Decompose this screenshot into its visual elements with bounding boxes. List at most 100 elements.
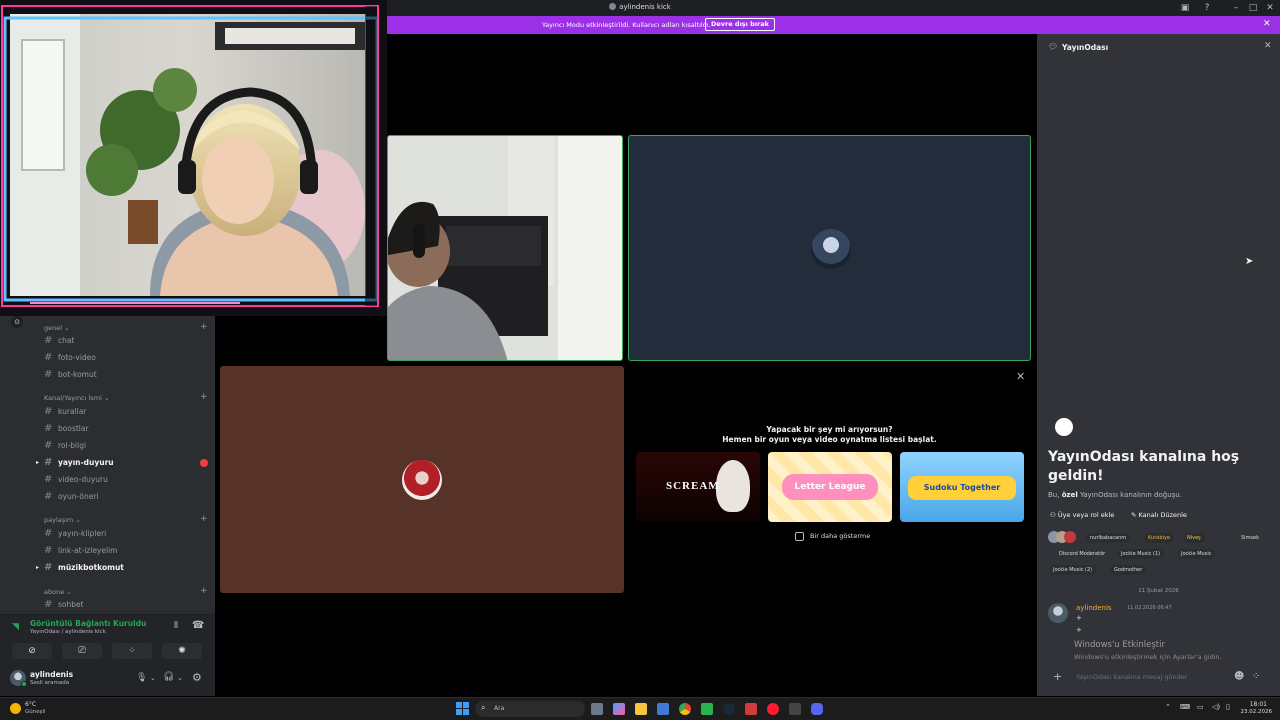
minimize-button[interactable]: – bbox=[1229, 2, 1243, 14]
member-tag[interactable]: Jockie Music (1) bbox=[1117, 549, 1165, 559]
sun-icon[interactable] bbox=[10, 703, 21, 714]
message-author[interactable]: aylindenis bbox=[1076, 604, 1112, 612]
unread-indicator: ▸ bbox=[36, 564, 40, 571]
channel-sohbet[interactable]: # sohbet bbox=[44, 597, 84, 613]
task-view-icon[interactable] bbox=[591, 703, 603, 715]
headphones-icon[interactable]: 🎧︎ bbox=[163, 672, 174, 682]
channel-rol-bilgi[interactable]: # rol-bilgi bbox=[44, 438, 86, 454]
signal-icon[interactable]: ◥ bbox=[12, 622, 19, 632]
noise-suppression-icon[interactable]: ⦀ bbox=[174, 621, 178, 631]
chevron-down-icon[interactable]: ⌄ bbox=[177, 674, 183, 682]
member-tag[interactable]: Jockie Music (2) bbox=[1049, 565, 1097, 575]
category-paylasim[interactable]: paylaşım ⌄ bbox=[44, 516, 81, 524]
channel-foto-video[interactable]: # foto-video bbox=[44, 350, 96, 366]
app-icon bbox=[609, 3, 617, 10]
chrome-icon[interactable] bbox=[679, 703, 691, 715]
voice-location[interactable]: YayınOdası / aylindenis kick bbox=[30, 629, 106, 635]
channel-kurallar[interactable]: # kurallar bbox=[44, 404, 86, 420]
activities-icon[interactable]: ⁘ bbox=[112, 643, 152, 659]
camera-off-icon[interactable]: ⊘ bbox=[12, 643, 52, 659]
taskbar-search[interactable]: ⌕ Ara bbox=[475, 701, 585, 717]
app-icon[interactable] bbox=[745, 703, 757, 715]
add-channel-icon[interactable]: + bbox=[200, 514, 208, 524]
member-tag[interactable]: Jockie Music bbox=[1177, 549, 1216, 559]
channel-muzikbotkomut[interactable]: # müzikbotkomut bbox=[44, 560, 124, 576]
add-channel-icon[interactable]: + bbox=[200, 322, 208, 332]
screen-share-icon[interactable]: ⎚ bbox=[62, 643, 102, 659]
screen-share-icon[interactable]: ▣ bbox=[1178, 2, 1192, 14]
category-abone[interactable]: abone ⌄ bbox=[44, 588, 72, 596]
activity-prompt-line1: Yapacak bir şey mi arıyorsun? bbox=[766, 425, 893, 434]
add-member-button[interactable]: ⚇ Üye veya rol ekle bbox=[1050, 511, 1114, 519]
webcam-left-extension bbox=[387, 136, 388, 361]
avatar[interactable] bbox=[1048, 603, 1068, 623]
file-explorer-icon[interactable] bbox=[635, 703, 647, 715]
category-genel[interactable]: genel ⌄ bbox=[44, 324, 70, 332]
channel-link-at-izleyelim[interactable]: # link-at-izleyelim bbox=[44, 543, 117, 559]
member-tag[interactable]: Kurabiye bbox=[1144, 533, 1174, 543]
channel-yayin-klipleri[interactable]: # yayın-klipleri bbox=[44, 526, 106, 542]
dont-show-again-checkbox[interactable] bbox=[795, 532, 804, 541]
network-icon[interactable]: ▭ bbox=[1197, 703, 1204, 711]
channel-chat[interactable]: # chat bbox=[44, 333, 74, 349]
channel-oyun-oneri[interactable]: # oyun-öneri bbox=[44, 489, 99, 505]
server-icon[interactable]: ⊙ bbox=[11, 316, 23, 328]
close-activity-icon[interactable]: ✕ bbox=[1016, 370, 1025, 383]
opera-icon[interactable] bbox=[767, 703, 779, 715]
activity-card-scream[interactable]: SCREAM bbox=[636, 452, 760, 522]
copilot-icon[interactable] bbox=[613, 703, 625, 715]
disable-streamer-mode-button[interactable]: Devre dışı bırak bbox=[705, 18, 775, 31]
channel-boostlar[interactable]: # boostlar bbox=[44, 421, 89, 437]
volume-icon[interactable]: ◁) bbox=[1212, 703, 1220, 711]
channel-bot-komut[interactable]: # bot-komut bbox=[44, 367, 97, 383]
language-icon[interactable]: ⌨ bbox=[1180, 703, 1190, 711]
app-icon[interactable] bbox=[701, 703, 713, 715]
voice-status[interactable]: Görüntülü Bağlantı Kuruldu bbox=[30, 619, 146, 628]
member-tag[interactable]: Simsek bbox=[1237, 533, 1263, 543]
close-banner-icon[interactable]: ✕ bbox=[1263, 19, 1271, 29]
microphone-icon[interactable]: 🎙︎ bbox=[136, 673, 147, 683]
close-panel-icon[interactable]: ✕ bbox=[1264, 41, 1272, 51]
activity-card-sudoku[interactable]: Sudoku Together bbox=[900, 452, 1024, 522]
member-tag[interactable]: Niveş bbox=[1183, 533, 1205, 543]
clock-time[interactable]: 18:01 bbox=[1235, 701, 1267, 708]
store-icon[interactable] bbox=[657, 703, 669, 715]
message-input[interactable]: YayınOdası kanalına mesaj gönder bbox=[1076, 673, 1187, 681]
plus-icon[interactable]: + bbox=[1053, 670, 1062, 684]
weather-text[interactable]: Güneşli bbox=[25, 709, 46, 715]
member-tag[interactable]: Godmother bbox=[1110, 565, 1147, 575]
category-kanal[interactable]: Kanal/Yayıncı İsmi ⌄ bbox=[44, 394, 109, 402]
hash-icon: # bbox=[44, 352, 53, 363]
activity-card-letter-league[interactable]: Letter League bbox=[768, 452, 892, 522]
channel-yayin-duyuru[interactable]: # yayın-duyuru bbox=[44, 455, 114, 471]
steam-icon[interactable] bbox=[723, 703, 735, 715]
windows-start-icon[interactable] bbox=[456, 702, 469, 715]
tray-chevron-up-icon[interactable]: ⌃ bbox=[1165, 703, 1171, 711]
channel-video-duyuru[interactable]: # video-duyuru bbox=[44, 472, 108, 488]
member-tag[interactable]: nurlbabacanm bbox=[1086, 533, 1131, 543]
clock-date[interactable]: 23.02.2026 bbox=[1230, 709, 1273, 715]
disconnect-icon[interactable]: ☎ bbox=[192, 620, 204, 631]
add-channel-icon[interactable]: + bbox=[200, 586, 208, 596]
unread-indicator: ▸ bbox=[36, 459, 40, 466]
person-plus-icon: ⚇ bbox=[1050, 511, 1056, 519]
video-tile-webcam-man[interactable] bbox=[387, 135, 623, 361]
edit-channel-button[interactable]: ✎ Kanalı Düzenle bbox=[1131, 511, 1187, 519]
username[interactable]: aylindenis bbox=[30, 670, 73, 679]
help-icon[interactable]: ? bbox=[1200, 2, 1214, 14]
app-icon[interactable] bbox=[789, 703, 801, 715]
chevron-down-icon[interactable]: ⌄ bbox=[150, 674, 156, 682]
soundboard-icon[interactable]: ✺ bbox=[162, 643, 202, 659]
add-channel-icon[interactable]: + bbox=[200, 392, 208, 402]
video-tile-avatar-1[interactable] bbox=[628, 135, 1031, 361]
apps-icon[interactable]: ⁘ bbox=[1252, 670, 1260, 684]
maximize-button[interactable]: □ bbox=[1246, 2, 1260, 14]
activity-card-label: Letter League bbox=[782, 474, 878, 500]
gear-icon[interactable]: ⚙ bbox=[192, 671, 202, 684]
weather-temperature[interactable]: 6°C bbox=[25, 701, 36, 708]
discord-icon[interactable] bbox=[811, 703, 823, 715]
member-tag[interactable]: Discord Moderatör bbox=[1055, 549, 1109, 559]
emoji-icon[interactable]: ☻ bbox=[1234, 670, 1244, 684]
close-window-button[interactable]: ✕ bbox=[1263, 2, 1277, 14]
video-tile-avatar-2[interactable] bbox=[220, 366, 624, 593]
